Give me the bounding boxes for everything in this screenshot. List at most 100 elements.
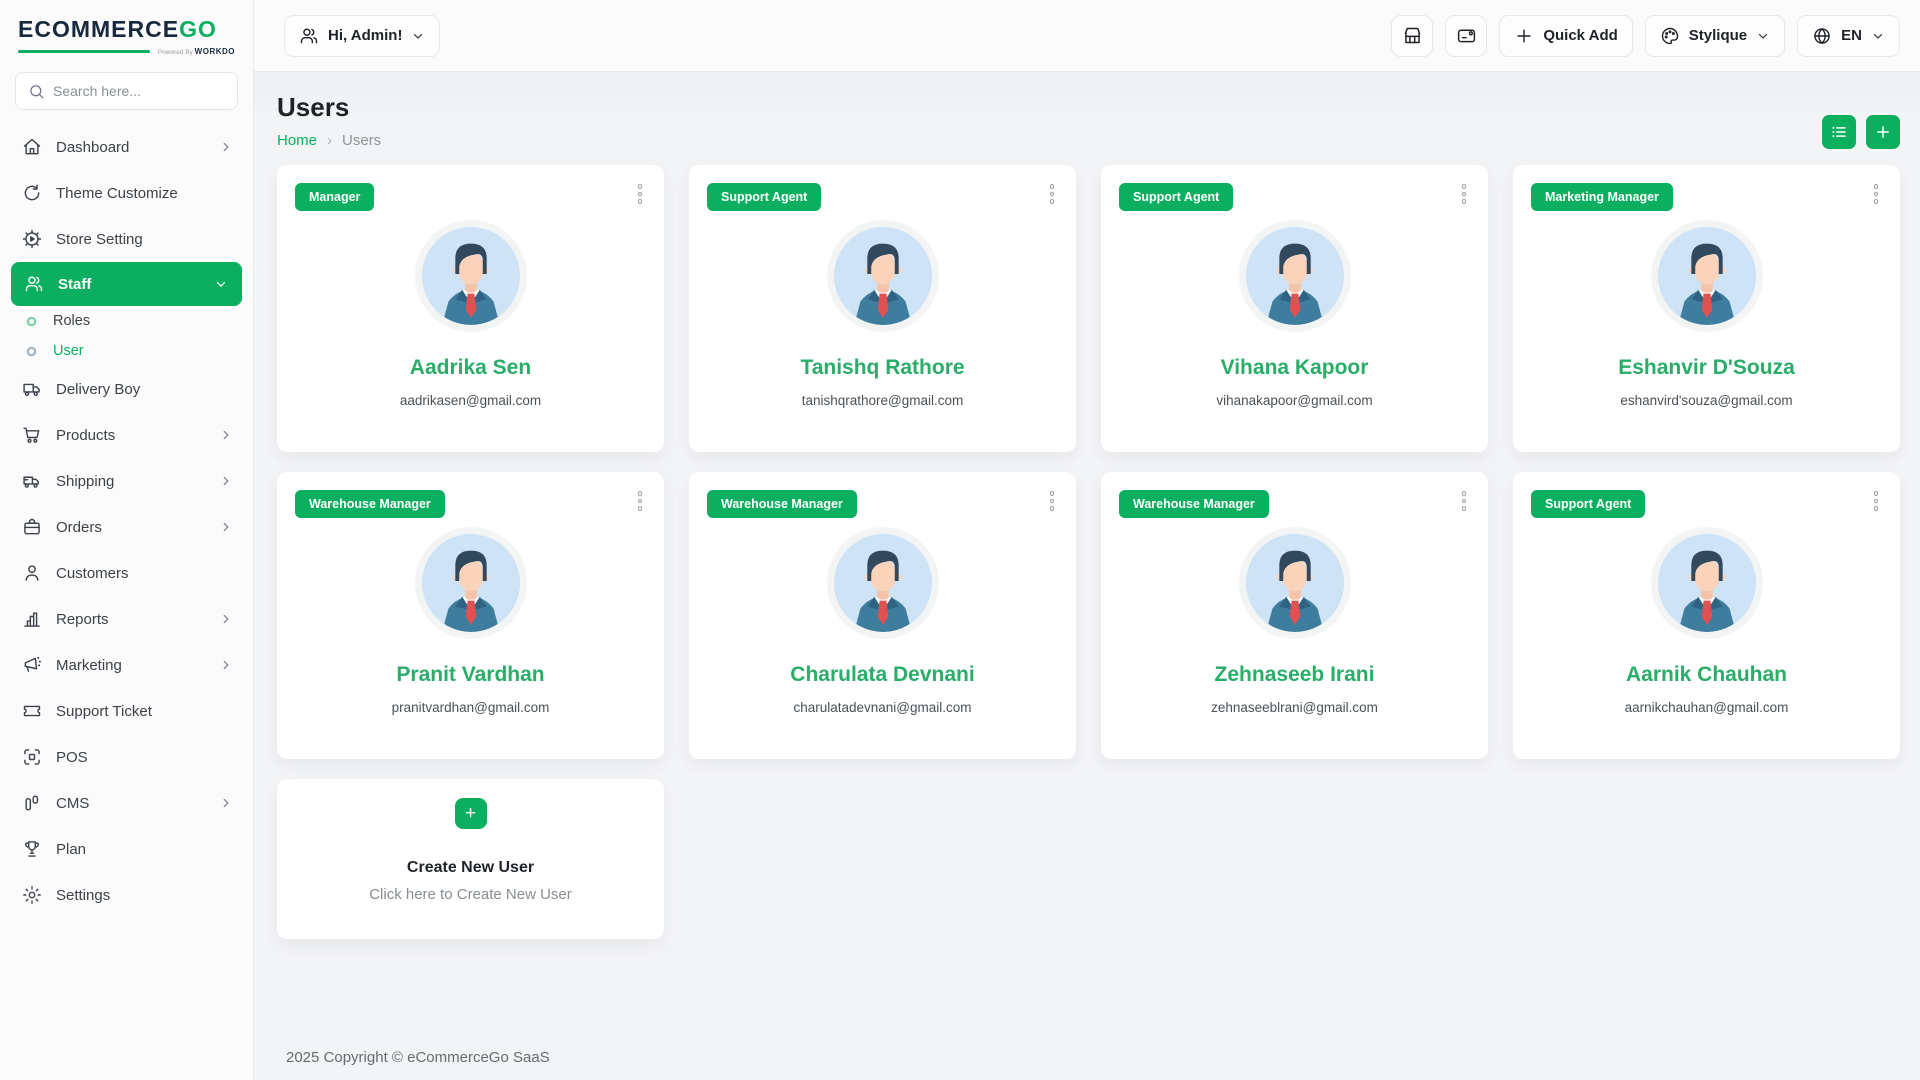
gear-icon [22, 885, 42, 905]
card-menu-button[interactable] [630, 181, 650, 207]
role-badge: Support Agent [707, 183, 821, 211]
chevron-right-icon [219, 428, 233, 442]
delivery-truck-icon [22, 379, 42, 399]
user-email: aarnikchauhan@gmail.com [1513, 700, 1900, 715]
staff-users-icon [24, 274, 44, 294]
user-email: aadrikasen@gmail.com [277, 393, 664, 408]
user-name-link[interactable]: Vihana Kapoor [1101, 356, 1488, 380]
bullet-ring-icon [26, 346, 37, 357]
search-input[interactable] [53, 83, 225, 99]
search-icon [28, 83, 45, 100]
user-card: Support Agent Tanishq Rathore tanishqrat… [689, 165, 1076, 452]
add-user-button[interactable] [1866, 115, 1900, 149]
list-view-button[interactable] [1822, 115, 1856, 149]
copyright-text: 2025 Copyright © eCommerceGo SaaS [277, 1049, 1900, 1066]
avatar [1658, 534, 1756, 632]
sidebar-item-customers[interactable]: Customers [0, 550, 253, 596]
language-dropdown[interactable]: EN [1797, 15, 1900, 57]
chevron-right-icon [219, 140, 233, 154]
breadcrumb-current: Users [342, 132, 381, 149]
page-header: Users Home › Users [277, 92, 1900, 149]
sidebar-item-orders[interactable]: Orders [0, 504, 253, 550]
shipping-truck-icon [22, 471, 42, 491]
user-email: tanishqrathore@gmail.com [689, 393, 1076, 408]
chevron-right-icon [219, 612, 233, 626]
user-email: charulatadevnani@gmail.com [689, 700, 1076, 715]
brand-logo-go: GO [179, 16, 217, 43]
card-menu-button[interactable] [1866, 488, 1886, 514]
sidebar-item-dashboard[interactable]: Dashboard [0, 124, 253, 170]
user-name-link[interactable]: Zehnaseeb Irani [1101, 663, 1488, 687]
briefcase-icon [22, 517, 42, 537]
sidebar-item-reports[interactable]: Reports [0, 596, 253, 642]
create-card-title: Create New User [407, 859, 534, 877]
card-menu-button[interactable] [1866, 181, 1886, 207]
admin-menu-button[interactable]: Hi, Admin! [284, 15, 440, 57]
brand-logo-text: ECOMMERCE [18, 16, 179, 43]
sidebar-item-plan[interactable]: Plan [0, 826, 253, 872]
user-card-grid: Manager Aadrika Sen aadrikasen@gmail.com… [277, 165, 1900, 939]
role-badge: Marketing Manager [1531, 183, 1673, 211]
bullet-ring-icon [26, 316, 37, 327]
user-card: Warehouse Manager Pranit Vardhan pranitv… [277, 472, 664, 759]
ticket-icon [22, 701, 42, 721]
chevron-right-icon [219, 796, 233, 810]
customer-person-icon [22, 563, 42, 583]
card-menu-button[interactable] [630, 488, 650, 514]
avatar [834, 227, 932, 325]
role-badge: Warehouse Manager [295, 490, 445, 518]
sidebar-item-products[interactable]: Products [0, 412, 253, 458]
user-name-link[interactable]: Pranit Vardhan [277, 663, 664, 687]
role-badge: Warehouse Manager [1119, 490, 1269, 518]
storefront-button[interactable] [1391, 15, 1433, 57]
sidebar-item-theme-customize[interactable]: Theme Customize [0, 170, 253, 216]
sidebar-item-delivery-boy[interactable]: Delivery Boy [0, 366, 253, 412]
topbar: Hi, Admin! Quick Add Stylique EN [254, 0, 1920, 72]
user-email: pranitvardhan@gmail.com [277, 700, 664, 715]
user-name-link[interactable]: Charulata Devnani [689, 663, 1076, 687]
card-menu-button[interactable] [1042, 488, 1062, 514]
breadcrumb-home-link[interactable]: Home [277, 132, 317, 149]
quick-add-button[interactable]: Quick Add [1499, 15, 1632, 57]
user-name-link[interactable]: Aarnik Chauhan [1513, 663, 1900, 687]
avatar [422, 227, 520, 325]
sidebar-subitem-roles[interactable]: Roles [0, 306, 253, 336]
create-new-user-card[interactable]: + Create New User Click here to Create N… [277, 779, 664, 939]
user-email: zehnaseeblrani@gmail.com [1101, 700, 1488, 715]
sidebar-item-settings[interactable]: Settings [0, 872, 253, 918]
sidebar-item-support-ticket[interactable]: Support Ticket [0, 688, 253, 734]
sidebar-item-staff[interactable]: Staff [11, 262, 242, 306]
role-badge: Support Agent [1531, 490, 1645, 518]
card-menu-button[interactable] [1454, 181, 1474, 207]
user-name-link[interactable]: Tanishq Rathore [689, 356, 1076, 380]
brand-logo[interactable]: ECOMMERCEGO Powered By WORKDO [0, 0, 253, 62]
chevron-down-icon [1756, 29, 1770, 43]
theme-style-dropdown[interactable]: Stylique [1645, 15, 1785, 57]
card-menu-button[interactable] [1042, 181, 1062, 207]
admin-greeting: Hi, Admin! [328, 27, 402, 44]
cms-icon [22, 793, 42, 813]
sidebar-subitem-user[interactable]: User [0, 336, 253, 366]
megaphone-icon [22, 655, 42, 675]
sidebar-item-cms[interactable]: CMS [0, 780, 253, 826]
create-plus-icon[interactable]: + [455, 798, 487, 829]
globe-icon [1812, 26, 1832, 46]
user-card: Support Agent Aarnik Chauhan aarnikchauh… [1513, 472, 1900, 759]
breadcrumb: Home › Users [277, 132, 381, 149]
sidebar-item-shipping[interactable]: Shipping [0, 458, 253, 504]
role-badge: Warehouse Manager [707, 490, 857, 518]
pos-card-button[interactable] [1445, 15, 1487, 57]
user-name-link[interactable]: Eshanvir D'Souza [1513, 356, 1900, 380]
card-icon [1456, 25, 1477, 46]
list-icon [1830, 123, 1848, 141]
breadcrumb-separator: › [327, 132, 332, 149]
card-menu-button[interactable] [1454, 488, 1474, 514]
sidebar-item-store-setting[interactable]: Store Setting [0, 216, 253, 262]
chevron-right-icon [219, 474, 233, 488]
user-email: eshanvird'souza@gmail.com [1513, 393, 1900, 408]
storefront-icon [1402, 25, 1423, 46]
user-name-link[interactable]: Aadrika Sen [277, 356, 664, 380]
sidebar-item-marketing[interactable]: Marketing [0, 642, 253, 688]
sidebar-item-pos[interactable]: POS [0, 734, 253, 780]
user-card: Support Agent Vihana Kapoor vihanakapoor… [1101, 165, 1488, 452]
